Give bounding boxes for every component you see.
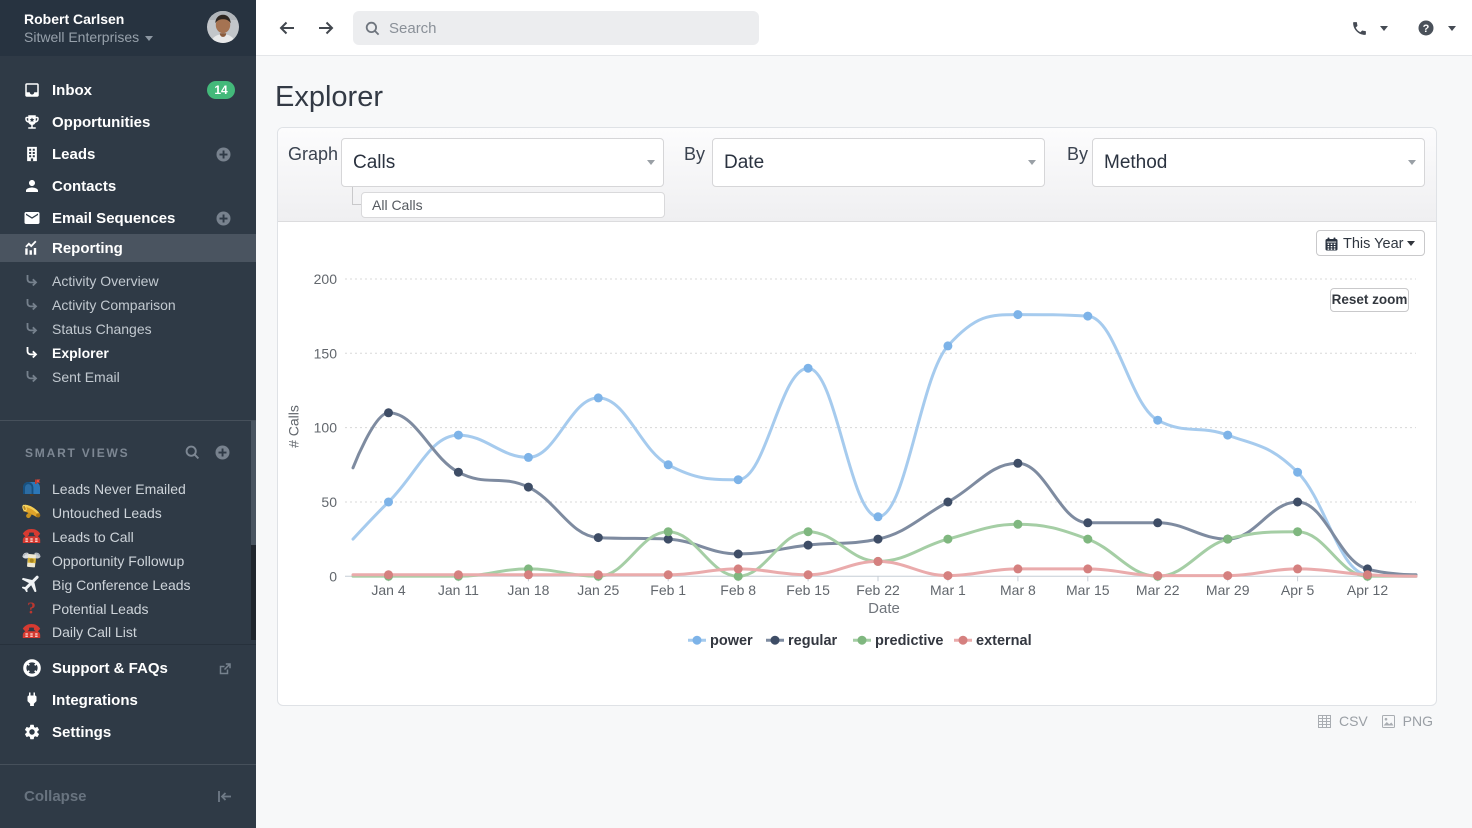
svg-text:?: ?	[1423, 23, 1430, 35]
svg-text:50: 50	[321, 494, 337, 510]
svg-text:200: 200	[314, 271, 338, 287]
svg-text:Feb 8: Feb 8	[720, 582, 756, 598]
svg-text:power: power	[710, 633, 753, 649]
svg-text:# Calls: # Calls	[286, 405, 302, 448]
svg-text:external: external	[976, 633, 1032, 649]
svg-text:predictive: predictive	[875, 633, 944, 649]
svg-text:regular: regular	[788, 633, 838, 649]
svg-text:Feb 1: Feb 1	[650, 582, 686, 598]
svg-text:Jan 18: Jan 18	[507, 582, 549, 598]
svg-text:Apr 12: Apr 12	[1347, 582, 1388, 598]
svg-text:Apr 5: Apr 5	[1281, 582, 1315, 598]
svg-text:?: ?	[27, 599, 36, 616]
svg-text:Mar 29: Mar 29	[1206, 582, 1250, 598]
svg-text:Mar 22: Mar 22	[1136, 582, 1180, 598]
svg-text:Date: Date	[868, 600, 900, 617]
svg-text:0: 0	[329, 568, 337, 584]
svg-text:Mar 8: Mar 8	[1000, 582, 1036, 598]
svg-text:Jan 4: Jan 4	[371, 582, 405, 598]
svg-text:Jan 25: Jan 25	[577, 582, 619, 598]
svg-text:Jan 11: Jan 11	[438, 582, 479, 598]
svg-text:Feb 15: Feb 15	[786, 582, 830, 598]
svg-text:150: 150	[314, 345, 338, 361]
svg-text:Mar 15: Mar 15	[1066, 582, 1110, 598]
svg-text:100: 100	[314, 420, 338, 436]
svg-text:Feb 22: Feb 22	[856, 582, 900, 598]
svg-text:Mar 1: Mar 1	[930, 582, 966, 598]
